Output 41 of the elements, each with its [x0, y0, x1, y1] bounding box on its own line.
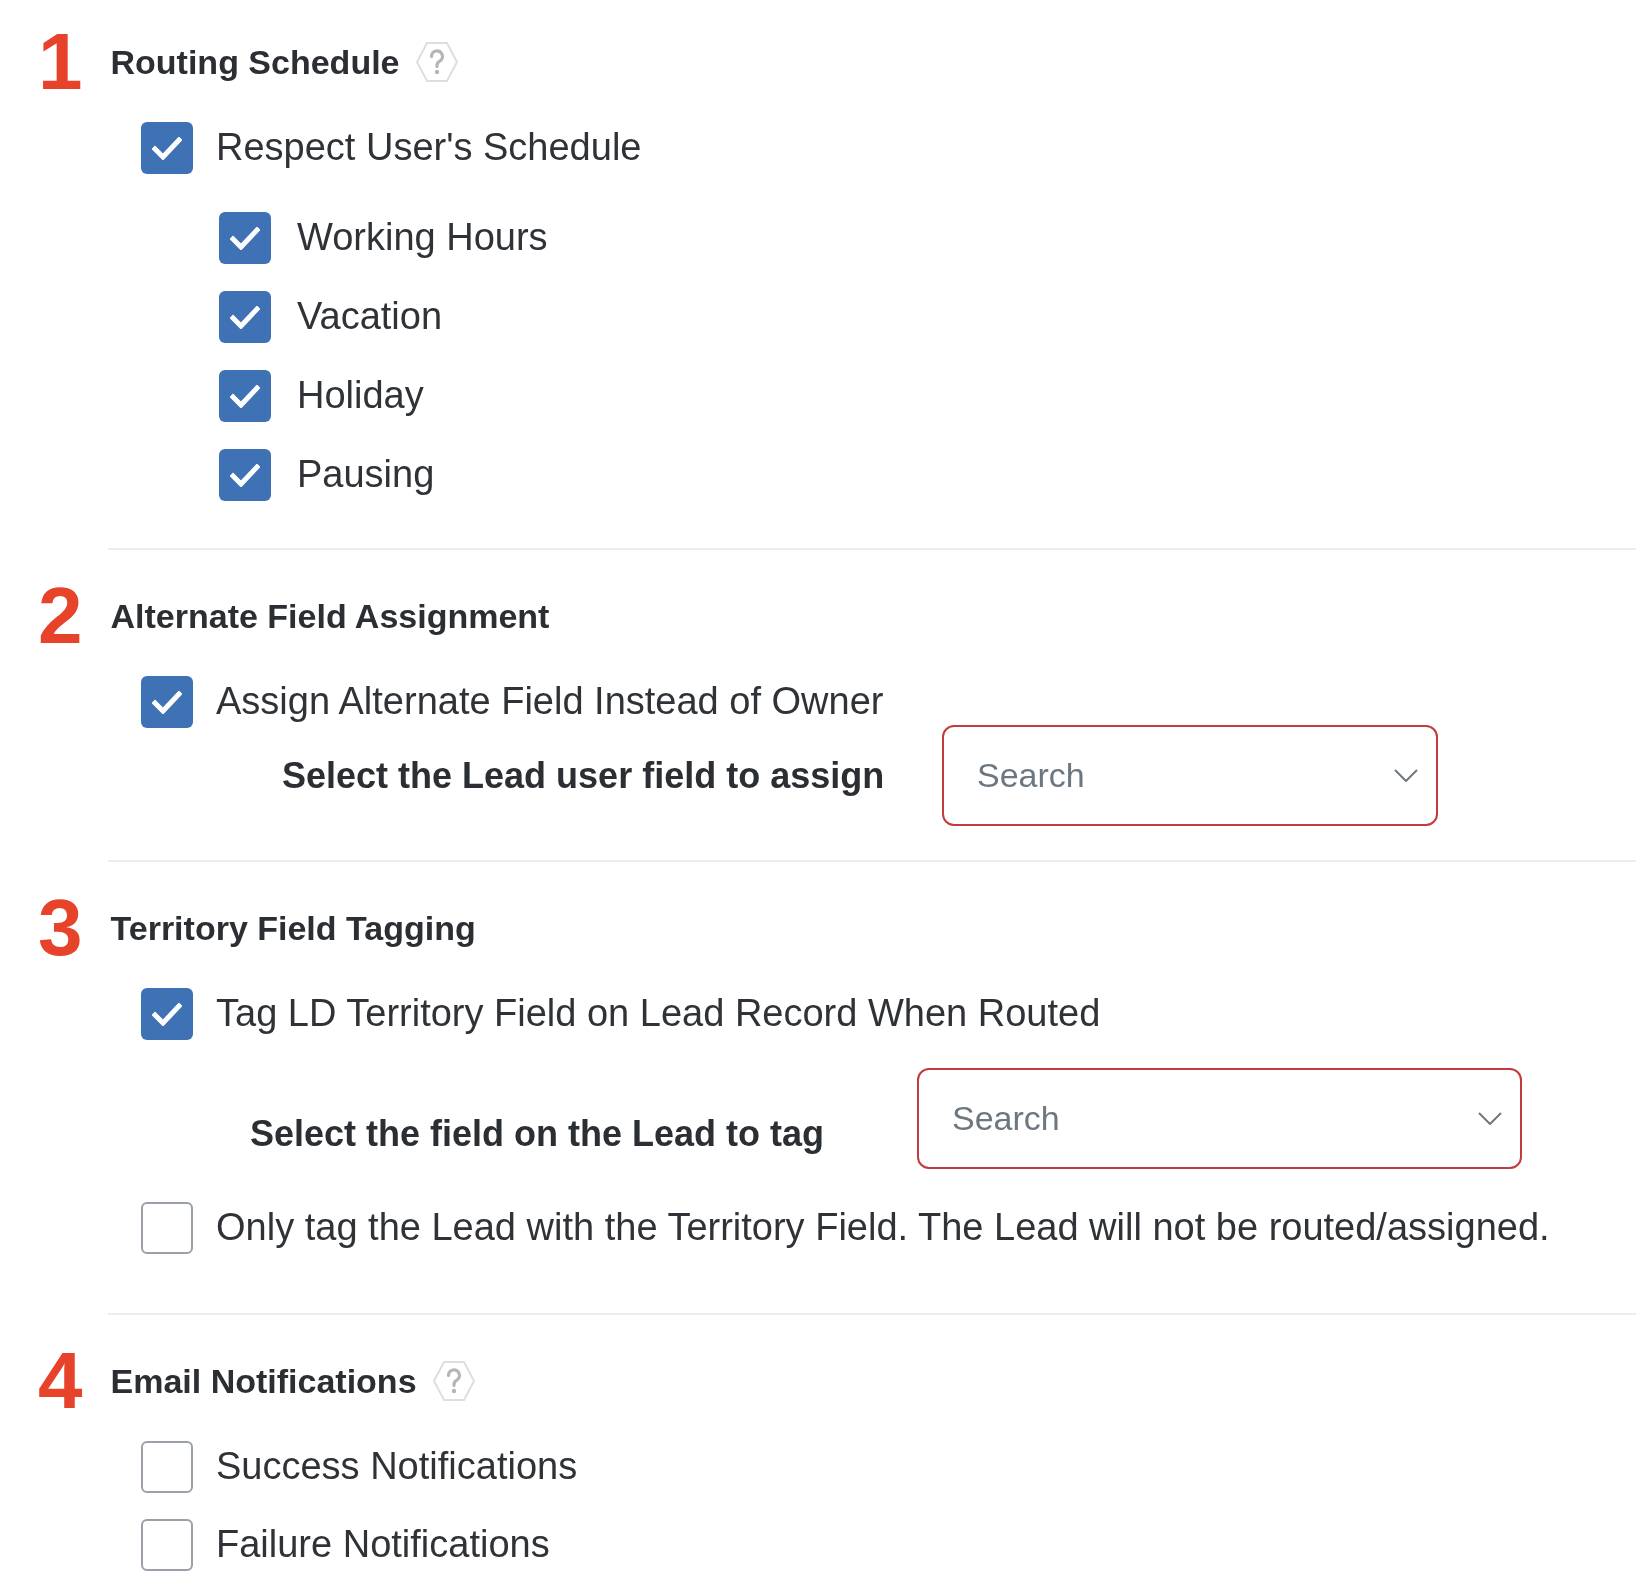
- checkbox-label: Working Hours: [297, 215, 548, 261]
- checkbox[interactable]: [141, 1519, 193, 1571]
- check-icon: [152, 690, 182, 714]
- checkbox-label: Vacation: [297, 294, 443, 340]
- checkbox[interactable]: [141, 1202, 193, 1254]
- checkbox[interactable]: [219, 370, 271, 422]
- checkbox[interactable]: [141, 676, 193, 728]
- section-number: 3: [38, 888, 83, 968]
- check-icon: [230, 463, 260, 487]
- field-label: Select the field on the Lead to tag: [250, 1112, 825, 1156]
- checkbox[interactable]: [219, 291, 271, 343]
- checkbox[interactable]: [141, 122, 193, 174]
- checkbox-label: Failure Notifications: [216, 1522, 550, 1568]
- checkbox-label: Assign Alternate Field Instead of Owner: [216, 679, 884, 725]
- checkbox[interactable]: [219, 212, 271, 264]
- checkbox-label: Success Notifications: [216, 1444, 578, 1490]
- section-number: 2: [38, 576, 83, 656]
- search-select[interactable]: Search: [942, 725, 1438, 826]
- checkbox[interactable]: [141, 1441, 193, 1493]
- section-title: Territory Field Tagging: [110, 907, 476, 949]
- checkbox[interactable]: [219, 449, 271, 501]
- section-title: Email Notifications: [110, 1360, 417, 1402]
- checkbox-label: Respect User's Schedule: [216, 125, 642, 171]
- section-title: Alternate Field Assignment: [110, 595, 550, 637]
- section-title: Routing Schedule: [110, 41, 400, 83]
- check-icon: [230, 226, 260, 250]
- check-icon: [152, 1002, 182, 1026]
- checkbox[interactable]: [141, 988, 193, 1040]
- checkbox-label: Tag LD Territory Field on Lead Record When Routed: [216, 991, 1101, 1037]
- checkbox-label: Holiday: [297, 373, 424, 419]
- checkbox-label: Pausing: [297, 452, 435, 498]
- check-icon: [152, 136, 182, 160]
- chevron-down-icon: [1478, 1112, 1502, 1125]
- chevron-down-icon: [1394, 769, 1418, 782]
- section-number: 1: [38, 22, 83, 102]
- check-icon: [230, 305, 260, 329]
- field-label: Select the Lead user field to assign: [282, 754, 885, 798]
- search-select[interactable]: Search: [917, 1068, 1522, 1169]
- check-icon: [230, 384, 260, 408]
- checkbox-label: Only tag the Lead with the Territory Field. The Lead will not be routed/assigned.: [216, 1205, 1550, 1251]
- section-number: 4: [38, 1341, 83, 1421]
